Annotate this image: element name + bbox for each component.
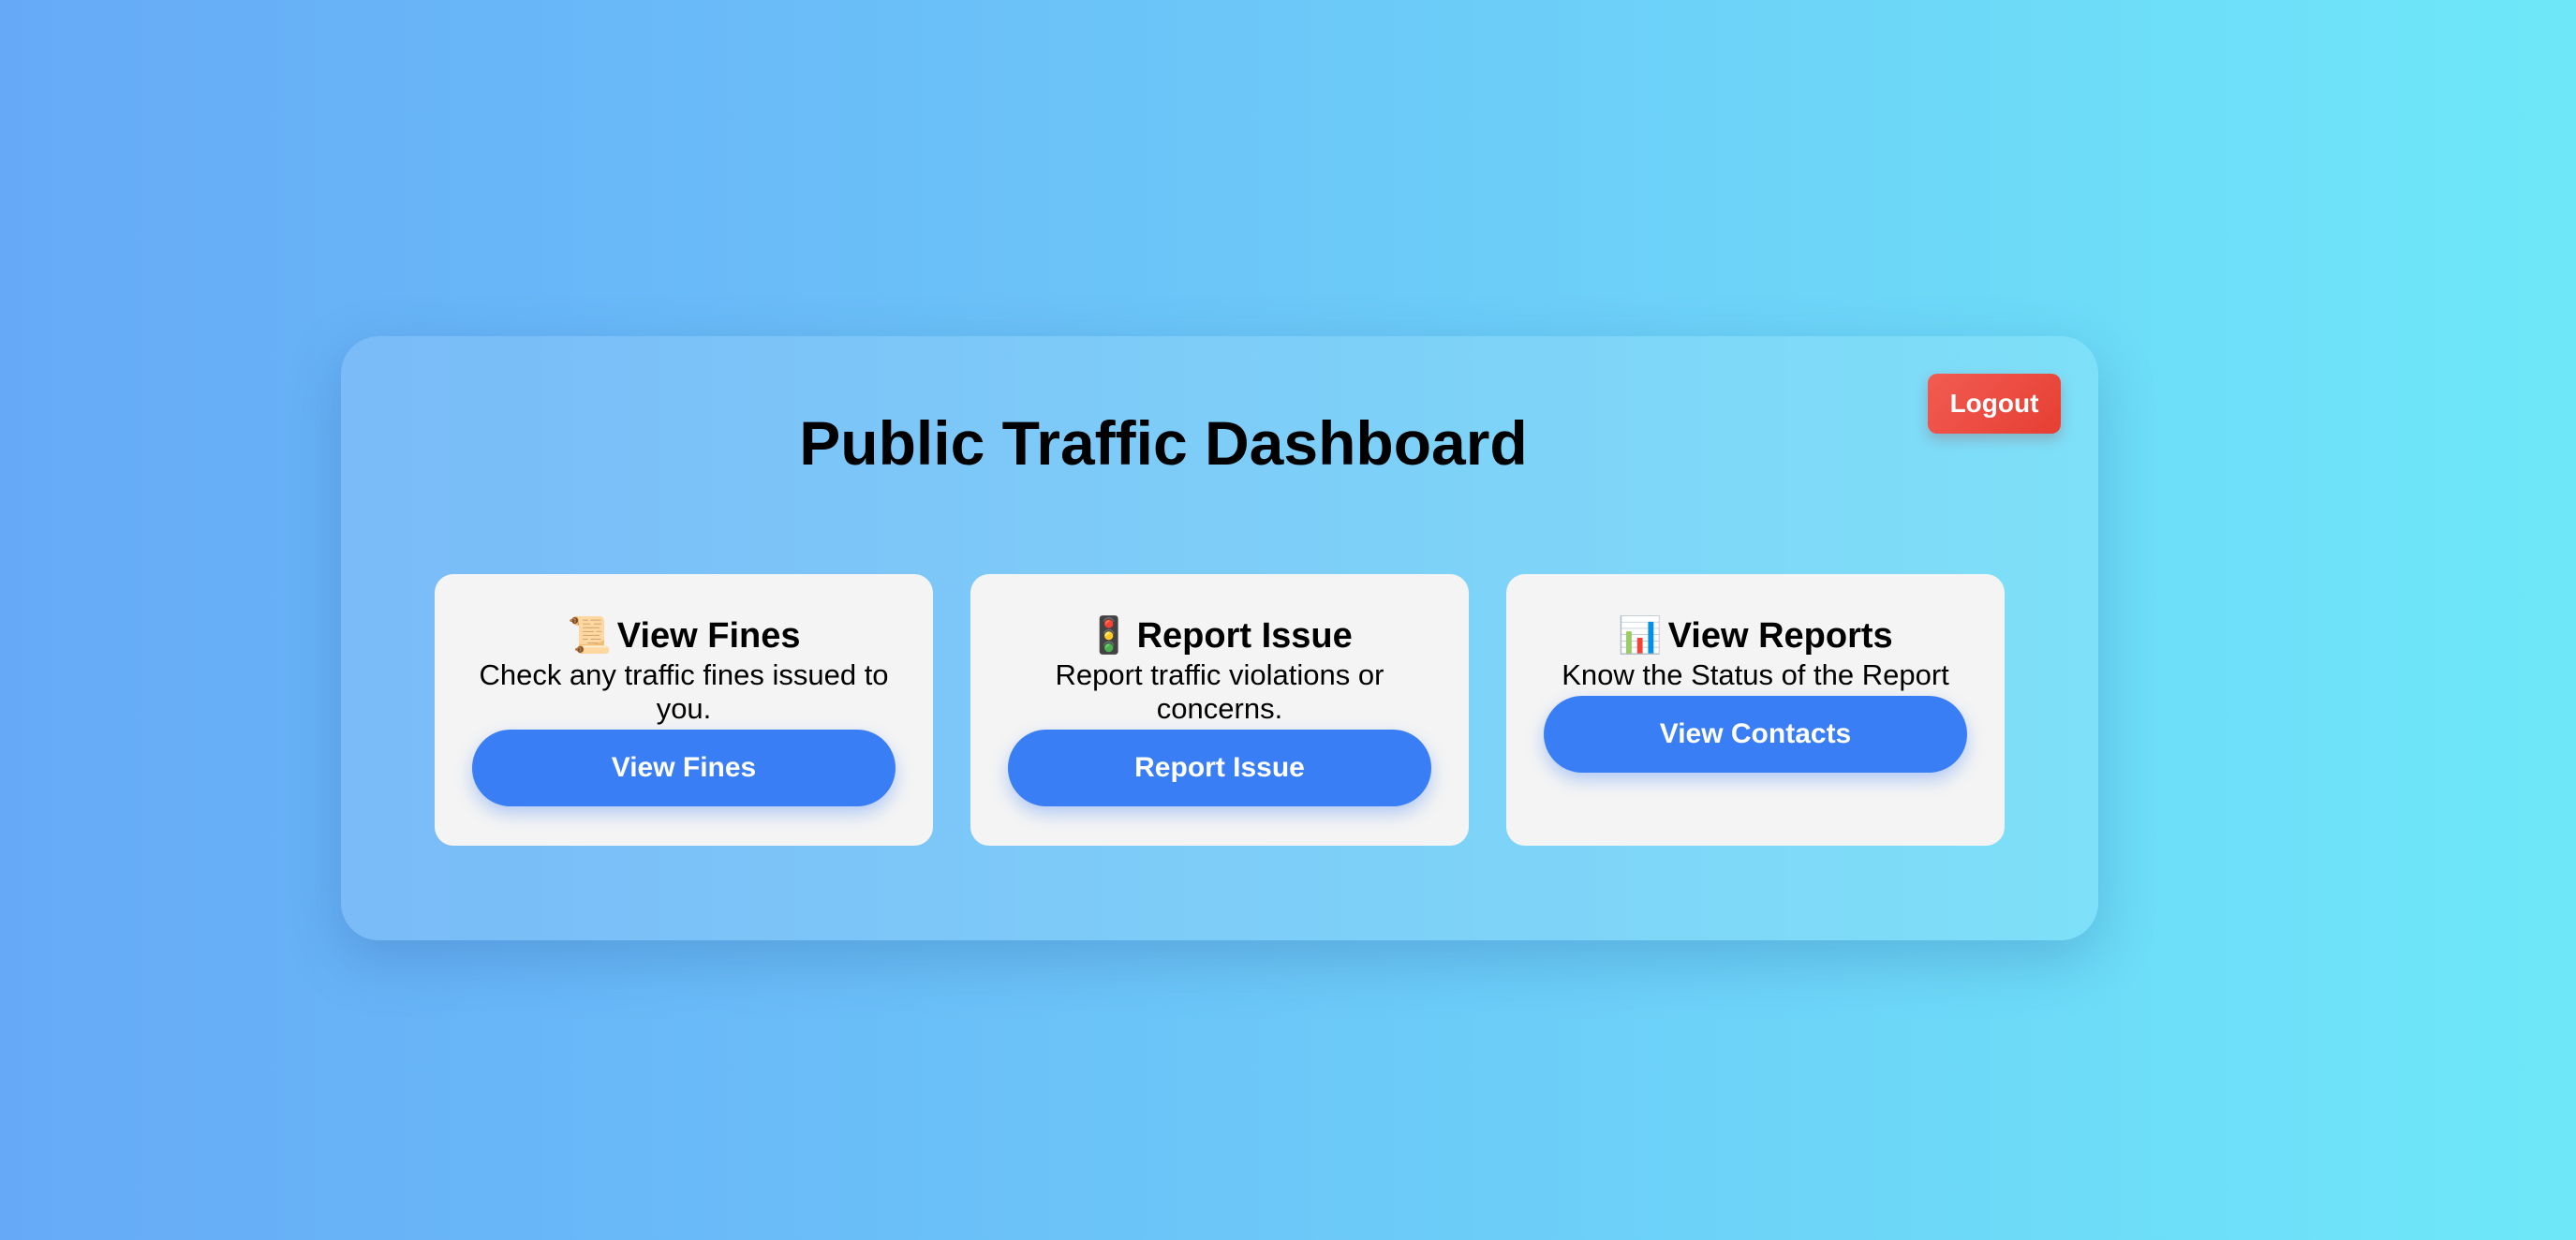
- view-contacts-button[interactable]: View Contacts: [1544, 696, 1967, 773]
- traffic-light-icon: 🚦: [1087, 616, 1132, 656]
- card-view-reports: 📊 View Reports Know the Status of the Rep…: [1506, 574, 2005, 846]
- card-title-text: Report Issue: [1136, 616, 1353, 656]
- bar-chart-icon: 📊: [1618, 616, 1663, 656]
- card-title-text: View Reports: [1667, 616, 1893, 656]
- card-grid: 📜 View Fines Check any traffic fines issu…: [435, 574, 2005, 846]
- card-view-fines: 📜 View Fines Check any traffic fines issu…: [435, 574, 933, 846]
- card-title: 📜 View Fines: [472, 613, 896, 658]
- card-description: Report traffic violations or concerns.: [1055, 658, 1384, 725]
- report-issue-button[interactable]: Report Issue: [1008, 730, 1431, 806]
- scroll-icon: 📜: [567, 616, 612, 656]
- view-fines-button[interactable]: View Fines: [472, 730, 896, 806]
- dashboard-panel: Logout Public Traffic Dashboard 📜 View Fi…: [341, 336, 2098, 940]
- card-title: 📊 View Reports: [1544, 613, 1967, 658]
- card-description: Know the Status of the Report: [1562, 658, 1949, 691]
- card-title: 🚦 Report Issue: [1008, 613, 1431, 658]
- card-description: Check any traffic fines issued to you.: [479, 658, 889, 725]
- card-report-issue: 🚦 Report Issue Report traffic violations …: [970, 574, 1469, 846]
- page-title: Public Traffic Dashboard: [799, 408, 1528, 478]
- card-title-text: View Fines: [616, 616, 801, 656]
